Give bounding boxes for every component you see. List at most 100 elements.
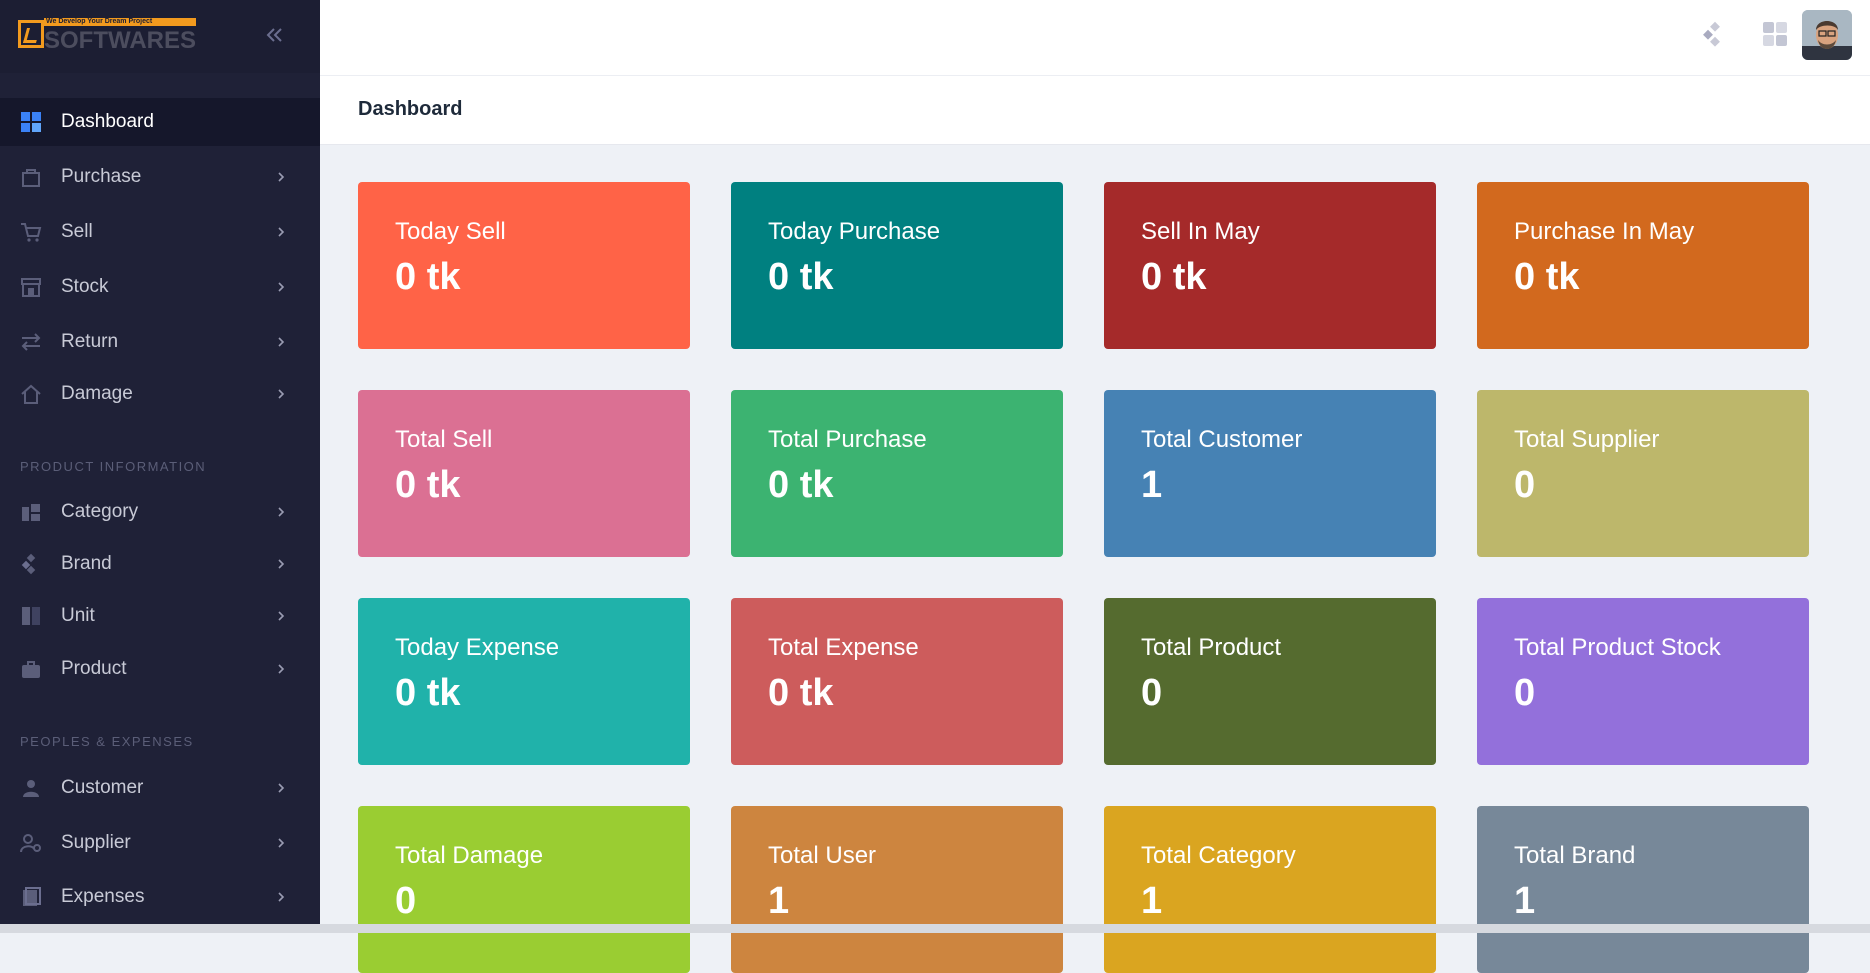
grid-icon bbox=[1763, 22, 1787, 46]
sidebar-item-label: Customer bbox=[61, 777, 144, 798]
stat-card-title: Total Category bbox=[1141, 842, 1296, 869]
avatar[interactable] bbox=[1802, 10, 1852, 60]
logo-bar: We Develop Your Dream Project SOFTWARES bbox=[0, 0, 320, 73]
diamond-grid-icon bbox=[1703, 21, 1720, 47]
unit-icon bbox=[20, 605, 42, 627]
stat-card[interactable]: Total Damage 0 bbox=[358, 806, 690, 973]
stat-card[interactable]: Total Sell 0 tk bbox=[358, 390, 690, 557]
bag-icon bbox=[20, 166, 42, 188]
swap-icon bbox=[20, 331, 42, 353]
stat-card-title: Total Damage bbox=[395, 842, 544, 869]
sidebar-item-label: Supplier bbox=[61, 832, 131, 853]
logo[interactable]: We Develop Your Dream Project SOFTWARES bbox=[18, 18, 196, 54]
stat-card-value: 0 bbox=[1514, 464, 1536, 506]
sidebar-item-sell[interactable]: Sell bbox=[0, 208, 320, 256]
sidebar-item-dashboard[interactable]: Dashboard bbox=[0, 98, 320, 146]
sidebar-item-customer[interactable]: Customer bbox=[0, 764, 320, 812]
sidebar-item-label: Return bbox=[61, 331, 119, 352]
stat-card-value: 0 bbox=[395, 880, 417, 922]
stat-card-value: 0 tk bbox=[395, 672, 461, 714]
stat-card-title: Total Product Stock bbox=[1514, 634, 1721, 661]
page-title: Dashboard bbox=[358, 98, 463, 120]
chevron-right-icon bbox=[278, 227, 285, 237]
sidebar-item-stock[interactable]: Stock bbox=[0, 263, 320, 311]
horizontal-scrollbar[interactable] bbox=[0, 924, 1870, 933]
stat-card[interactable]: Total Supplier 0 bbox=[1477, 390, 1809, 557]
chevron-right-icon bbox=[278, 838, 285, 848]
sidebar-item-expenses[interactable]: Expenses bbox=[0, 873, 320, 921]
stat-card-value: 0 tk bbox=[1141, 256, 1207, 298]
sidebar-item-label: Damage bbox=[61, 383, 133, 404]
chevron-right-icon bbox=[278, 892, 285, 902]
stat-card-value: 0 tk bbox=[768, 256, 834, 298]
stat-card-title: Sell In May bbox=[1141, 218, 1260, 245]
sidebar: We Develop Your Dream Project SOFTWARES … bbox=[0, 0, 320, 933]
store-icon bbox=[20, 276, 42, 298]
stat-card[interactable]: Total Expense 0 tk bbox=[731, 598, 1063, 765]
stat-card[interactable]: Today Purchase 0 tk bbox=[731, 182, 1063, 349]
sidebar-item-product[interactable]: Product bbox=[0, 645, 320, 693]
apps-button[interactable] bbox=[1702, 21, 1728, 52]
stat-card-value: 0 tk bbox=[395, 464, 461, 506]
chevron-right-icon bbox=[278, 172, 285, 182]
stat-card-value: 0 tk bbox=[768, 672, 834, 714]
expenses-icon bbox=[20, 886, 42, 908]
sidebar-item-purchase[interactable]: Purchase bbox=[0, 153, 320, 201]
sidebar-item-brand[interactable]: Brand bbox=[0, 540, 320, 588]
stat-card-title: Purchase In May bbox=[1514, 218, 1695, 245]
supplier-icon bbox=[20, 832, 42, 854]
stat-card-title: Total Brand bbox=[1514, 842, 1636, 869]
stat-card-value: 0 tk bbox=[1514, 256, 1580, 298]
chevron-right-icon bbox=[278, 783, 285, 793]
stat-card-title: Today Purchase bbox=[768, 218, 941, 245]
sidebar-item-damage[interactable]: Damage bbox=[0, 370, 320, 418]
chevron-right-icon bbox=[278, 337, 285, 347]
stat-card[interactable]: Total Product 0 bbox=[1104, 598, 1436, 765]
sidebar-item-label: Purchase bbox=[61, 166, 142, 187]
chevron-right-icon bbox=[278, 611, 285, 621]
stat-card[interactable]: Total User 1 bbox=[731, 806, 1063, 973]
stat-card-title: Today Expense bbox=[395, 634, 560, 661]
stat-card-title: Total Customer bbox=[1141, 426, 1303, 453]
cart-icon bbox=[20, 221, 42, 243]
home-icon bbox=[20, 383, 42, 405]
stat-card-title: Total Sell bbox=[395, 426, 493, 453]
person-icon bbox=[20, 777, 42, 799]
stat-card-value: 1 bbox=[768, 880, 790, 922]
stat-card[interactable]: Today Sell 0 tk bbox=[358, 182, 690, 349]
stat-card[interactable]: Total Brand 1 bbox=[1477, 806, 1809, 973]
stat-card[interactable]: Total Purchase 0 tk bbox=[731, 390, 1063, 557]
stat-card[interactable]: Total Product Stock 0 bbox=[1477, 598, 1809, 765]
chevron-right-icon bbox=[278, 282, 285, 292]
stat-card-value: 0 bbox=[1514, 672, 1536, 714]
sidebar-item-return[interactable]: Return bbox=[0, 318, 320, 366]
sidebar-item-supplier[interactable]: Supplier bbox=[0, 819, 320, 867]
logo-mark bbox=[18, 20, 44, 48]
stat-card-value: 1 bbox=[1141, 464, 1163, 506]
stat-card-value: 1 bbox=[1141, 880, 1163, 922]
stat-card[interactable]: Today Expense 0 tk bbox=[358, 598, 690, 765]
chevron-right-icon bbox=[278, 507, 285, 517]
stat-card[interactable]: Sell In May 0 tk bbox=[1104, 182, 1436, 349]
stat-card[interactable]: Total Customer 1 bbox=[1104, 390, 1436, 557]
sidebar-item-label: Brand bbox=[61, 553, 112, 574]
stat-card-title: Today Sell bbox=[395, 218, 506, 245]
collapse-sidebar-button[interactable] bbox=[262, 22, 288, 48]
sidebar-item-unit[interactable]: Unit bbox=[0, 592, 320, 640]
stat-card-value: 0 tk bbox=[768, 464, 834, 506]
double-chevron-left-icon bbox=[266, 28, 282, 42]
page-header: Dashboard bbox=[320, 76, 1870, 145]
stat-card-value: 1 bbox=[1514, 880, 1536, 922]
sidebar-item-label: Unit bbox=[61, 605, 95, 626]
stat-card[interactable]: Total Category 1 bbox=[1104, 806, 1436, 973]
sidebar-item-category[interactable]: Category bbox=[0, 488, 320, 536]
layout-button[interactable] bbox=[1762, 21, 1788, 52]
stat-card[interactable]: Purchase In May 0 tk bbox=[1477, 182, 1809, 349]
sidebar-item-label: Product bbox=[61, 658, 127, 679]
chevron-right-icon bbox=[278, 559, 285, 569]
stat-card-title: Total Supplier bbox=[1514, 426, 1660, 453]
stat-card-title: Total Purchase bbox=[768, 426, 927, 453]
sidebar-item-label: Expenses bbox=[61, 886, 145, 907]
stat-card-title: Total Product bbox=[1141, 634, 1282, 661]
sidebar-item-label: Category bbox=[61, 501, 139, 522]
